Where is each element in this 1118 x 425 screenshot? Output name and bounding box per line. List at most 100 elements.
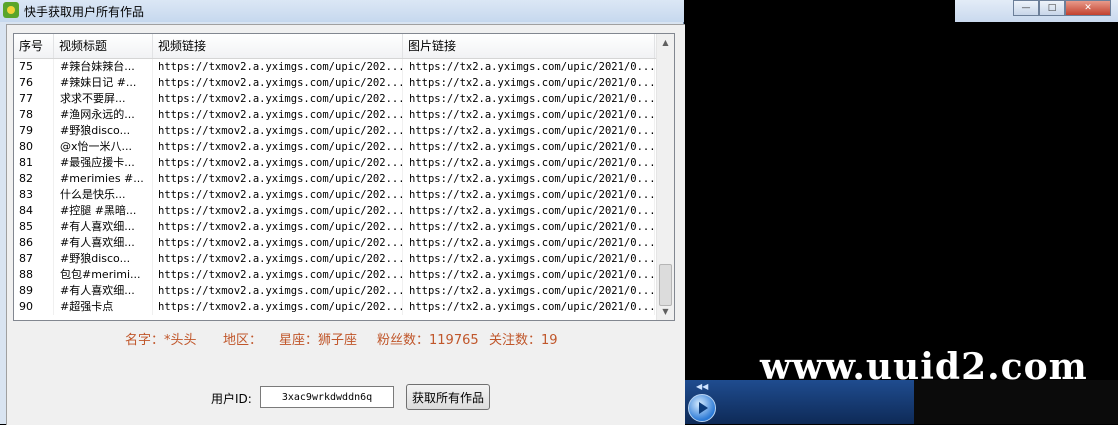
scrollbar-thumb[interactable] xyxy=(659,264,672,306)
cell-index: 86 xyxy=(14,235,54,251)
cell-video-url: https://txmov2.a.yximgs.com/upic/202... xyxy=(153,251,403,267)
cell-image-url: https://tx2.a.yximgs.com/upic/2021/0... xyxy=(403,75,655,91)
cell-video-url: https://txmov2.a.yximgs.com/upic/202... xyxy=(153,59,403,75)
cell-title: #有人喜欢细... xyxy=(54,235,153,251)
app-window: 快手获取用户所有作品 序号 视频标题 视频链接 图片链接 75 #辣台妹辣台...… xyxy=(0,0,685,425)
cell-index: 81 xyxy=(14,155,54,171)
column-header-image-url[interactable]: 图片链接 xyxy=(403,34,655,58)
cell-title: 什么是快乐... xyxy=(54,187,153,203)
cell-title: 包包#merimi... xyxy=(54,267,153,283)
cell-index: 88 xyxy=(14,267,54,283)
window-title: 快手获取用户所有作品 xyxy=(24,5,145,19)
cell-title: #控腿 #黑暗... xyxy=(54,203,153,219)
window-titlebar: 快手获取用户所有作品 xyxy=(0,0,684,22)
table-row[interactable]: 81 #最强应援卡... https://txmov2.a.yximgs.com/u… xyxy=(14,155,658,171)
cell-video-url: https://txmov2.a.yximgs.com/upic/202... xyxy=(153,267,403,283)
background-window-titlebar: — □ ✕ xyxy=(955,0,1118,22)
user-region: 地区： xyxy=(223,333,263,348)
table-row[interactable]: 82 #merimies #... https://txmov2.a.yximgs.… xyxy=(14,171,658,187)
cell-index: 78 xyxy=(14,107,54,123)
cell-index: 85 xyxy=(14,219,54,235)
cell-index: 84 xyxy=(14,203,54,219)
cell-video-url: https://txmov2.a.yximgs.com/upic/202... xyxy=(153,219,403,235)
cell-image-url: https://tx2.a.yximgs.com/upic/2021/0... xyxy=(403,267,655,283)
cell-index: 89 xyxy=(14,283,54,299)
cell-image-url: https://tx2.a.yximgs.com/upic/2021/0... xyxy=(403,219,655,235)
table-row[interactable]: 86 #有人喜欢细... https://txmov2.a.yximgs.com/u… xyxy=(14,235,658,251)
user-id-label: 用户ID: xyxy=(211,392,252,406)
column-header-title[interactable]: 视频标题 xyxy=(54,34,153,58)
cell-index: 87 xyxy=(14,251,54,267)
cell-video-url: https://txmov2.a.yximgs.com/upic/202... xyxy=(153,283,403,299)
column-header-index[interactable]: 序号 xyxy=(14,34,54,58)
list-rows: 75 #辣台妹辣台... https://txmov2.a.yximgs.com/u… xyxy=(14,59,658,315)
watermark-text: www.uuid2.com xyxy=(760,346,1088,388)
cell-index: 90 xyxy=(14,299,54,315)
cell-video-url: https://txmov2.a.yximgs.com/upic/202... xyxy=(153,123,403,139)
cell-image-url: https://tx2.a.yximgs.com/upic/2021/0... xyxy=(403,283,655,299)
cell-image-url: https://tx2.a.yximgs.com/upic/2021/0... xyxy=(403,59,655,75)
cell-image-url: https://tx2.a.yximgs.com/upic/2021/0... xyxy=(403,171,655,187)
fetch-all-works-button[interactable]: 获取所有作品 xyxy=(406,384,490,410)
cell-video-url: https://txmov2.a.yximgs.com/upic/202... xyxy=(153,107,403,123)
cell-index: 76 xyxy=(14,75,54,91)
works-list-view[interactable]: 序号 视频标题 视频链接 图片链接 75 #辣台妹辣台... https://txm… xyxy=(13,33,675,321)
scroll-down-icon[interactable]: ▼ xyxy=(657,303,674,320)
minimize-button[interactable]: — xyxy=(1013,0,1039,16)
cell-video-url: https://txmov2.a.yximgs.com/upic/202... xyxy=(153,203,403,219)
user-fans-count: 粉丝数：119765 xyxy=(377,333,479,348)
close-button[interactable]: ✕ xyxy=(1065,0,1111,16)
table-row[interactable]: 77 求求不要屏... https://txmov2.a.yximgs.com/up… xyxy=(14,91,658,107)
table-row[interactable]: 90 #超强卡点 https://txmov2.a.yximgs.com/upic/… xyxy=(14,299,658,315)
user-id-input[interactable] xyxy=(260,386,394,408)
cell-image-url: https://tx2.a.yximgs.com/upic/2021/0... xyxy=(403,251,655,267)
column-header-video-url[interactable]: 视频链接 xyxy=(153,34,403,58)
cell-image-url: https://tx2.a.yximgs.com/upic/2021/0... xyxy=(403,203,655,219)
vertical-scrollbar[interactable]: ▲ ▼ xyxy=(656,34,674,320)
cell-title: #野狼disco... xyxy=(54,251,153,267)
table-row[interactable]: 89 #有人喜欢细... https://txmov2.a.yximgs.com/u… xyxy=(14,283,658,299)
cell-title: #最强应援卡... xyxy=(54,155,153,171)
cell-video-url: https://txmov2.a.yximgs.com/upic/202... xyxy=(153,187,403,203)
media-play-icon[interactable] xyxy=(688,394,716,422)
kuaishou-app-icon xyxy=(3,2,19,18)
cell-title: #辣台妹辣台... xyxy=(54,59,153,75)
table-row[interactable]: 79 #野狼disco... https://txmov2.a.yximgs.com… xyxy=(14,123,658,139)
cell-index: 83 xyxy=(14,187,54,203)
cell-image-url: https://tx2.a.yximgs.com/upic/2021/0... xyxy=(403,187,655,203)
user-zodiac: 星座：狮子座 xyxy=(279,333,358,348)
cell-title: #野狼disco... xyxy=(54,123,153,139)
list-header: 序号 视频标题 视频链接 图片链接 xyxy=(14,34,658,59)
table-row[interactable]: 84 #控腿 #黑暗... https://txmov2.a.yximgs.com/… xyxy=(14,203,658,219)
cell-image-url: https://tx2.a.yximgs.com/upic/2021/0... xyxy=(403,107,655,123)
rewind-icon[interactable]: ◀◀ xyxy=(696,382,708,391)
table-row[interactable]: 76 #辣妹日记 #... https://txmov2.a.yximgs.com/… xyxy=(14,75,658,91)
table-row[interactable]: 87 #野狼disco... https://txmov2.a.yximgs.com… xyxy=(14,251,658,267)
cell-video-url: https://txmov2.a.yximgs.com/upic/202... xyxy=(153,171,403,187)
cell-title: #辣妹日记 #... xyxy=(54,75,153,91)
cell-title: 求求不要屏... xyxy=(54,91,153,107)
cell-index: 79 xyxy=(14,123,54,139)
cell-image-url: https://tx2.a.yximgs.com/upic/2021/0... xyxy=(403,299,655,315)
cell-title: #有人喜欢细... xyxy=(54,219,153,235)
cell-image-url: https://tx2.a.yximgs.com/upic/2021/0... xyxy=(403,139,655,155)
table-row[interactable]: 75 #辣台妹辣台... https://txmov2.a.yximgs.com/u… xyxy=(14,59,658,75)
cell-video-url: https://txmov2.a.yximgs.com/upic/202... xyxy=(153,155,403,171)
user-following-count: 关注数：19 xyxy=(489,333,558,348)
table-row[interactable]: 78 #渔网永远的... https://txmov2.a.yximgs.com/u… xyxy=(14,107,658,123)
scroll-up-icon[interactable]: ▲ xyxy=(657,34,674,51)
cell-title: #merimies #... xyxy=(54,171,153,187)
cell-image-url: https://tx2.a.yximgs.com/upic/2021/0... xyxy=(403,123,655,139)
cell-title: #有人喜欢细... xyxy=(54,283,153,299)
cell-video-url: https://txmov2.a.yximgs.com/upic/202... xyxy=(153,235,403,251)
cell-title: #超强卡点 xyxy=(54,299,153,315)
user-name: 名字：*头头 xyxy=(125,333,197,348)
table-row[interactable]: 83 什么是快乐... https://txmov2.a.yximgs.com/up… xyxy=(14,187,658,203)
cell-index: 77 xyxy=(14,91,54,107)
table-row[interactable]: 85 #有人喜欢细... https://txmov2.a.yximgs.com/u… xyxy=(14,219,658,235)
cell-image-url: https://tx2.a.yximgs.com/upic/2021/0... xyxy=(403,91,655,107)
maximize-button[interactable]: □ xyxy=(1039,0,1065,16)
table-row[interactable]: 88 包包#merimi... https://txmov2.a.yximgs.co… xyxy=(14,267,658,283)
cell-title: #渔网永远的... xyxy=(54,107,153,123)
table-row[interactable]: 80 @x怡一米八... https://txmov2.a.yximgs.com/u… xyxy=(14,139,658,155)
